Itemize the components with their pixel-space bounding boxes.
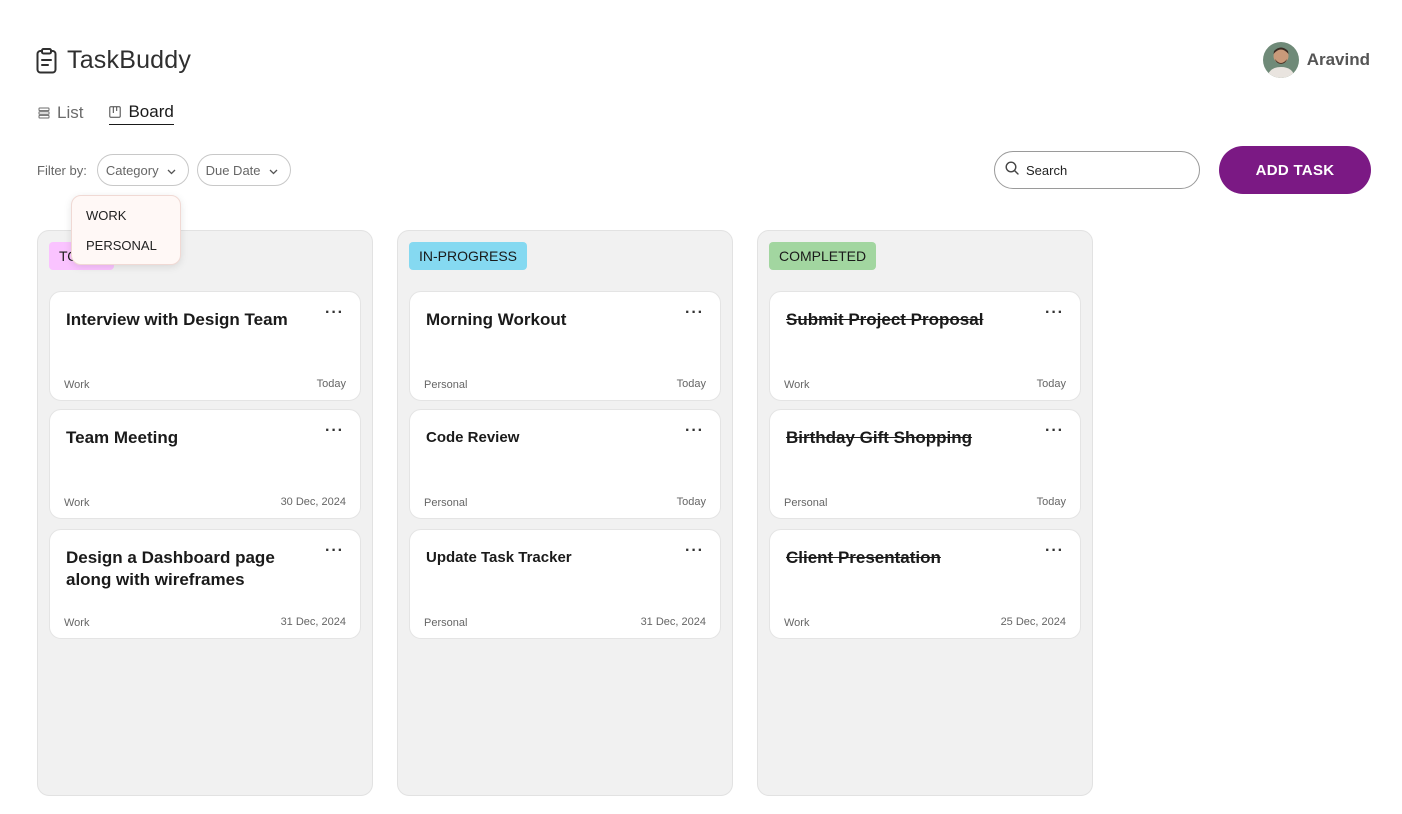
search-input[interactable] [1026,162,1186,178]
task-due-date: Today [1036,378,1066,390]
task-card[interactable]: Team Meeting ··· Work 30 Dec, 2024 [49,409,361,519]
filter-label: Filter by: [37,162,87,178]
column-badge: IN-PROGRESS [409,242,528,270]
task-title: Design a Dashboard page along with wiref… [66,548,275,589]
chevron-down-icon [167,163,176,178]
due-date-filter[interactable]: Due Date [196,154,291,186]
task-category: Work [64,497,90,509]
task-due-date: 25 Dec, 2024 [1000,616,1066,628]
category-option-personal[interactable]: PERSONAL [72,238,180,268]
task-due-date: Today [1036,496,1066,508]
user-name: Aravind [1306,50,1370,69]
task-category: Personal [784,497,828,509]
more-options-icon[interactable]: ··· [325,422,344,440]
task-due-date: Today [676,496,706,508]
task-category: Personal [424,617,468,629]
more-options-icon[interactable]: ··· [325,304,344,322]
clipboard-icon [36,47,57,74]
task-due-date: 31 Dec, 2024 [640,616,706,628]
tab-list-label: List [57,102,84,122]
tab-list[interactable]: List [38,103,83,125]
column-in-progress: IN-PROGRESS Morning Workout ··· Personal… [397,230,733,796]
task-title: Submit Project Proposal [786,310,984,329]
view-tabs: List Board [38,102,174,125]
more-options-icon[interactable]: ··· [1045,422,1064,440]
chevron-down-icon [269,163,278,178]
task-card[interactable]: Submit Project Proposal ··· Work Today [769,291,1081,401]
task-title: Team Meeting [66,428,179,447]
task-title: Update Task Tracker [426,549,572,566]
add-task-button[interactable]: ADD TASK [1219,146,1371,194]
category-dropdown: WORK PERSONAL [71,195,181,265]
task-title: Client Presentation [786,548,941,567]
task-title: Morning Workout [426,310,567,329]
column-completed: COMPLETED Submit Project Proposal ··· Wo… [757,230,1093,796]
task-due-date: Today [676,378,706,390]
column-badge: COMPLETED [769,242,877,270]
task-category: Personal [424,497,468,509]
task-category: Work [64,379,90,391]
task-card[interactable]: Client Presentation ··· Work 25 Dec, 202… [769,529,1081,639]
more-options-icon[interactable]: ··· [685,542,704,560]
task-due-date: 30 Dec, 2024 [280,496,346,508]
task-category: Work [64,617,90,629]
tab-board[interactable]: Board [109,102,174,125]
user-profile[interactable]: Aravind [1262,42,1370,78]
task-due-date: Today [316,378,346,390]
avatar[interactable] [1262,42,1299,78]
more-options-icon[interactable]: ··· [1045,304,1064,322]
search-icon [1005,160,1019,180]
more-options-icon[interactable]: ··· [325,542,344,560]
task-card[interactable]: Update Task Tracker ··· Personal 31 Dec,… [409,529,721,639]
category-filter-label: Category [105,162,159,178]
task-category: Work [784,617,810,629]
more-options-icon[interactable]: ··· [685,304,704,322]
task-card[interactable]: Birthday Gift Shopping ··· Personal Toda… [769,409,1081,519]
task-card[interactable]: Interview with Design Team ··· Work Toda… [49,291,361,401]
due-date-filter-label: Due Date [205,162,261,178]
task-title: Birthday Gift Shopping [786,428,973,447]
category-option-work[interactable]: WORK [72,208,180,238]
task-category: Work [784,379,810,391]
task-card[interactable]: Code Review ··· Personal Today [409,409,721,519]
filter-bar: Filter by: Category Due Date [37,154,291,186]
task-category: Personal [424,379,468,391]
tab-board-label: Board [128,102,174,121]
more-options-icon[interactable]: ··· [1045,542,1064,560]
task-title: Code Review [426,429,520,446]
task-card[interactable]: Design a Dashboard page along with wiref… [49,529,361,639]
board-icon [109,106,122,118]
column-todo: TO-DO Interview with Design Team ··· Wor… [37,230,373,796]
more-options-icon[interactable]: ··· [685,422,704,440]
category-filter[interactable]: Category [96,154,189,186]
list-icon [38,107,50,119]
app-logo: TaskBuddy [36,46,191,75]
task-card[interactable]: Morning Workout ··· Personal Today [409,291,721,401]
task-title: Interview with Design Team [66,310,288,329]
app-title: TaskBuddy [67,46,192,74]
search-box[interactable] [994,151,1200,189]
task-due-date: 31 Dec, 2024 [280,616,346,628]
